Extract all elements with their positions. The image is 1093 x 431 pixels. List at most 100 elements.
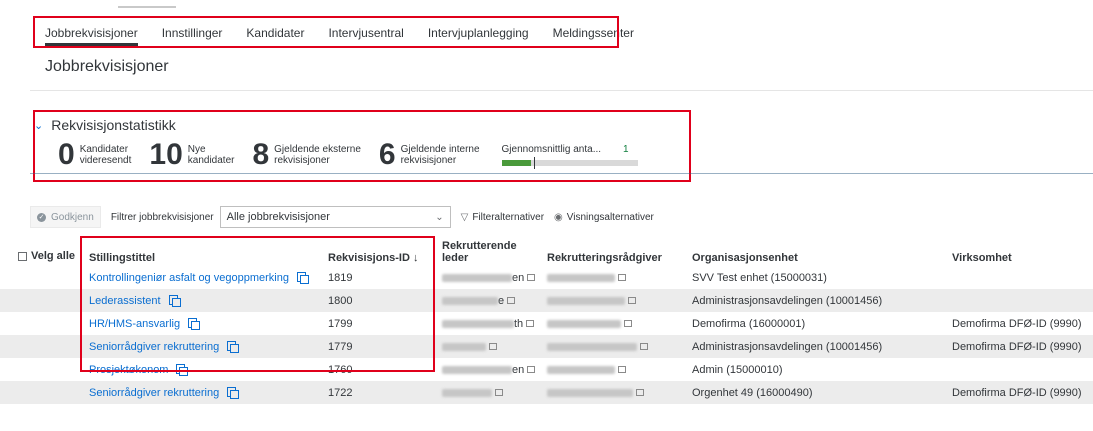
tab-intervjusentral[interactable]: Intervjusentral: [328, 26, 403, 46]
requisition-title-link[interactable]: Seniorrådgiver rekruttering: [89, 387, 240, 399]
view-options-button[interactable]: ◉ Visningsalternativer: [554, 212, 654, 223]
column-header-advisor[interactable]: Rekrutteringsrådgiver: [547, 236, 687, 266]
recruiting-leader-cell: [442, 335, 497, 358]
table-header: Velg alle Stillingstittel Rekvisisjons-I…: [0, 236, 1093, 266]
copy-icon[interactable]: [296, 272, 309, 284]
contact-card-icon[interactable]: [618, 274, 626, 281]
requisition-title-link[interactable]: Prosjektøkonom: [89, 364, 189, 376]
recruiting-leader-cell: [442, 381, 503, 404]
redacted-name: [547, 319, 621, 328]
average-label: Gjennomsnittlig anta...: [501, 144, 602, 155]
contact-card-icon[interactable]: [489, 343, 497, 350]
stat-average[interactable]: Gjennomsnittlig anta... 1: [501, 144, 638, 169]
approve-button[interactable]: ✓ Godkjenn: [30, 206, 101, 228]
org-unit-cell: Orgenhet 49 (16000490): [692, 386, 813, 399]
advisor-cell: [547, 312, 632, 335]
contact-card-icon[interactable]: [618, 366, 626, 373]
column-header-org-unit[interactable]: Organisasjonsenhet: [692, 236, 892, 266]
copy-icon[interactable]: [227, 341, 240, 353]
contact-card-icon[interactable]: [640, 343, 648, 350]
tab-intervjuplanlegging[interactable]: Intervjuplanlegging: [428, 26, 529, 46]
stat-internal-requisitions[interactable]: 6 Gjeldende interne rekvisisjoner: [379, 140, 480, 170]
contact-card-icon[interactable]: [495, 389, 503, 396]
req-id-cell: 1779: [328, 340, 353, 353]
stat-label: Gjeldende interne rekvisisjoner: [400, 144, 480, 166]
tab-kandidater[interactable]: Kandidater: [246, 26, 304, 46]
title-cell: Kontrollingeniør asfalt og vegoppmerking: [89, 266, 309, 289]
requisition-title-link[interactable]: Seniorrådgiver rekruttering: [89, 341, 240, 353]
tab-meldingssenter[interactable]: Meldingssenter: [553, 26, 634, 46]
column-header-title[interactable]: Stillingstittel: [89, 236, 319, 266]
page-title: Jobbrekvisisjoner: [45, 58, 169, 75]
tab-jobbrekvisisjoner[interactable]: Jobbrekvisisjoner: [45, 26, 138, 46]
req-id-cell: 1760: [328, 363, 353, 376]
view-options-label: Visningsalternativer: [566, 211, 654, 223]
stat-forwarded[interactable]: 0 Kandidater videresendt: [58, 140, 131, 170]
stat-label: Nye kandidater: [187, 144, 235, 166]
table-row[interactable]: HR/HMS-ansvarlig 1799 th Demofirma (1600000…: [0, 312, 1093, 335]
stats-row: 0 Kandidater videresendt 10 Nye kandidater…: [58, 138, 638, 172]
company-cell: Demofirma DFØ-ID (9990): [952, 317, 1082, 330]
contact-card-icon[interactable]: [636, 389, 644, 396]
title-cell: Seniorrådgiver rekruttering: [89, 381, 240, 404]
stats-header[interactable]: ⌄ Rekvisisjonstatistikk: [34, 117, 176, 133]
recruiting-leader-cell: en: [442, 358, 536, 381]
contact-card-icon[interactable]: [628, 297, 636, 304]
requisition-title-link[interactable]: HR/HMS-ansvarlig: [89, 318, 201, 330]
advisor-cell: [547, 335, 648, 358]
column-header-company[interactable]: Virksomhet: [952, 236, 1082, 266]
average-progress-bar: [501, 157, 638, 169]
table-row[interactable]: Seniorrådgiver rekruttering 1722 Orgenhet …: [0, 381, 1093, 404]
stat-number: 6: [378, 138, 396, 171]
filter-select[interactable]: Alle jobbrekvisisjoner ⌄: [219, 206, 451, 228]
company-cell: Demofirma DFØ-ID (9990): [952, 340, 1082, 353]
redacted-name: [547, 365, 615, 374]
stat-new-candidates[interactable]: 10 Nye kandidater: [149, 140, 234, 170]
divider: [30, 90, 1093, 91]
contact-card-icon[interactable]: [527, 366, 536, 373]
contact-card-icon[interactable]: [507, 297, 516, 304]
table-row[interactable]: Lederassistent 1800 e Administrasjonsavdeli…: [0, 289, 1093, 312]
table-row[interactable]: Kontrollingeniør asfalt og vegoppmerking…: [0, 266, 1093, 289]
chevron-down-icon: ⌄: [34, 119, 44, 132]
requisition-title-link[interactable]: Kontrollingeniør asfalt og vegoppmerking: [89, 272, 309, 284]
eye-icon: ◉: [554, 211, 563, 223]
stat-label: Gjeldende eksterne rekvisisjoner: [274, 144, 361, 166]
req-id-cell: 1819: [328, 271, 353, 284]
column-header-recruiting-leader[interactable]: Rekrutterende leder: [442, 236, 532, 266]
redacted-name: [547, 388, 633, 397]
top-navigation: Jobbrekvisisjoner Innstillinger Kandidat…: [0, 0, 1093, 60]
stat-external-requisitions[interactable]: 8 Gjeldende eksterne rekvisisjoner: [252, 140, 360, 170]
advisor-cell: [547, 289, 636, 312]
select-all[interactable]: Velg alle: [18, 250, 75, 262]
title-cell: Prosjektøkonom: [89, 358, 189, 381]
copy-icon[interactable]: [176, 364, 189, 376]
table-body: Kontrollingeniør asfalt og vegoppmerking…: [0, 266, 1093, 404]
redacted-name: [442, 273, 512, 282]
org-unit-cell: Admin (15000010): [692, 363, 783, 376]
select-all-checkbox[interactable]: [18, 251, 27, 261]
table-row[interactable]: Prosjektøkonom 1760 en Admin (15000010): [0, 358, 1093, 381]
copy-icon[interactable]: [227, 387, 240, 399]
divider: [30, 173, 1093, 174]
tab-innstillinger[interactable]: Innstillinger: [162, 26, 223, 46]
contact-card-icon[interactable]: [527, 274, 536, 281]
filter-options-button[interactable]: ▽ Filteralternativer: [461, 212, 544, 223]
table-row[interactable]: Seniorrådgiver rekruttering 1779 Administr…: [0, 335, 1093, 358]
logo: [118, 0, 176, 8]
average-value: 1: [623, 144, 629, 155]
copy-icon[interactable]: [188, 318, 201, 330]
toolbar: ✓ Godkjenn Filtrer jobbrekvisisjoner All…: [30, 206, 730, 228]
contact-card-icon[interactable]: [624, 320, 632, 327]
filter-select-value: Alle jobbrekvisisjoner: [226, 211, 330, 223]
contact-card-icon[interactable]: [526, 320, 535, 327]
org-unit-cell: Demofirma (16000001): [692, 317, 806, 330]
copy-icon[interactable]: [168, 295, 181, 307]
redacted-name: [547, 273, 615, 282]
leader-name-suffix: e: [498, 294, 505, 307]
column-header-req-id[interactable]: Rekvisisjons-ID ↓: [328, 236, 438, 266]
requisition-title-link[interactable]: Lederassistent: [89, 295, 181, 307]
org-unit-cell: SVV Test enhet (15000031): [692, 271, 827, 284]
filter-icon: ▽: [460, 211, 469, 223]
advisor-cell: [547, 358, 626, 381]
